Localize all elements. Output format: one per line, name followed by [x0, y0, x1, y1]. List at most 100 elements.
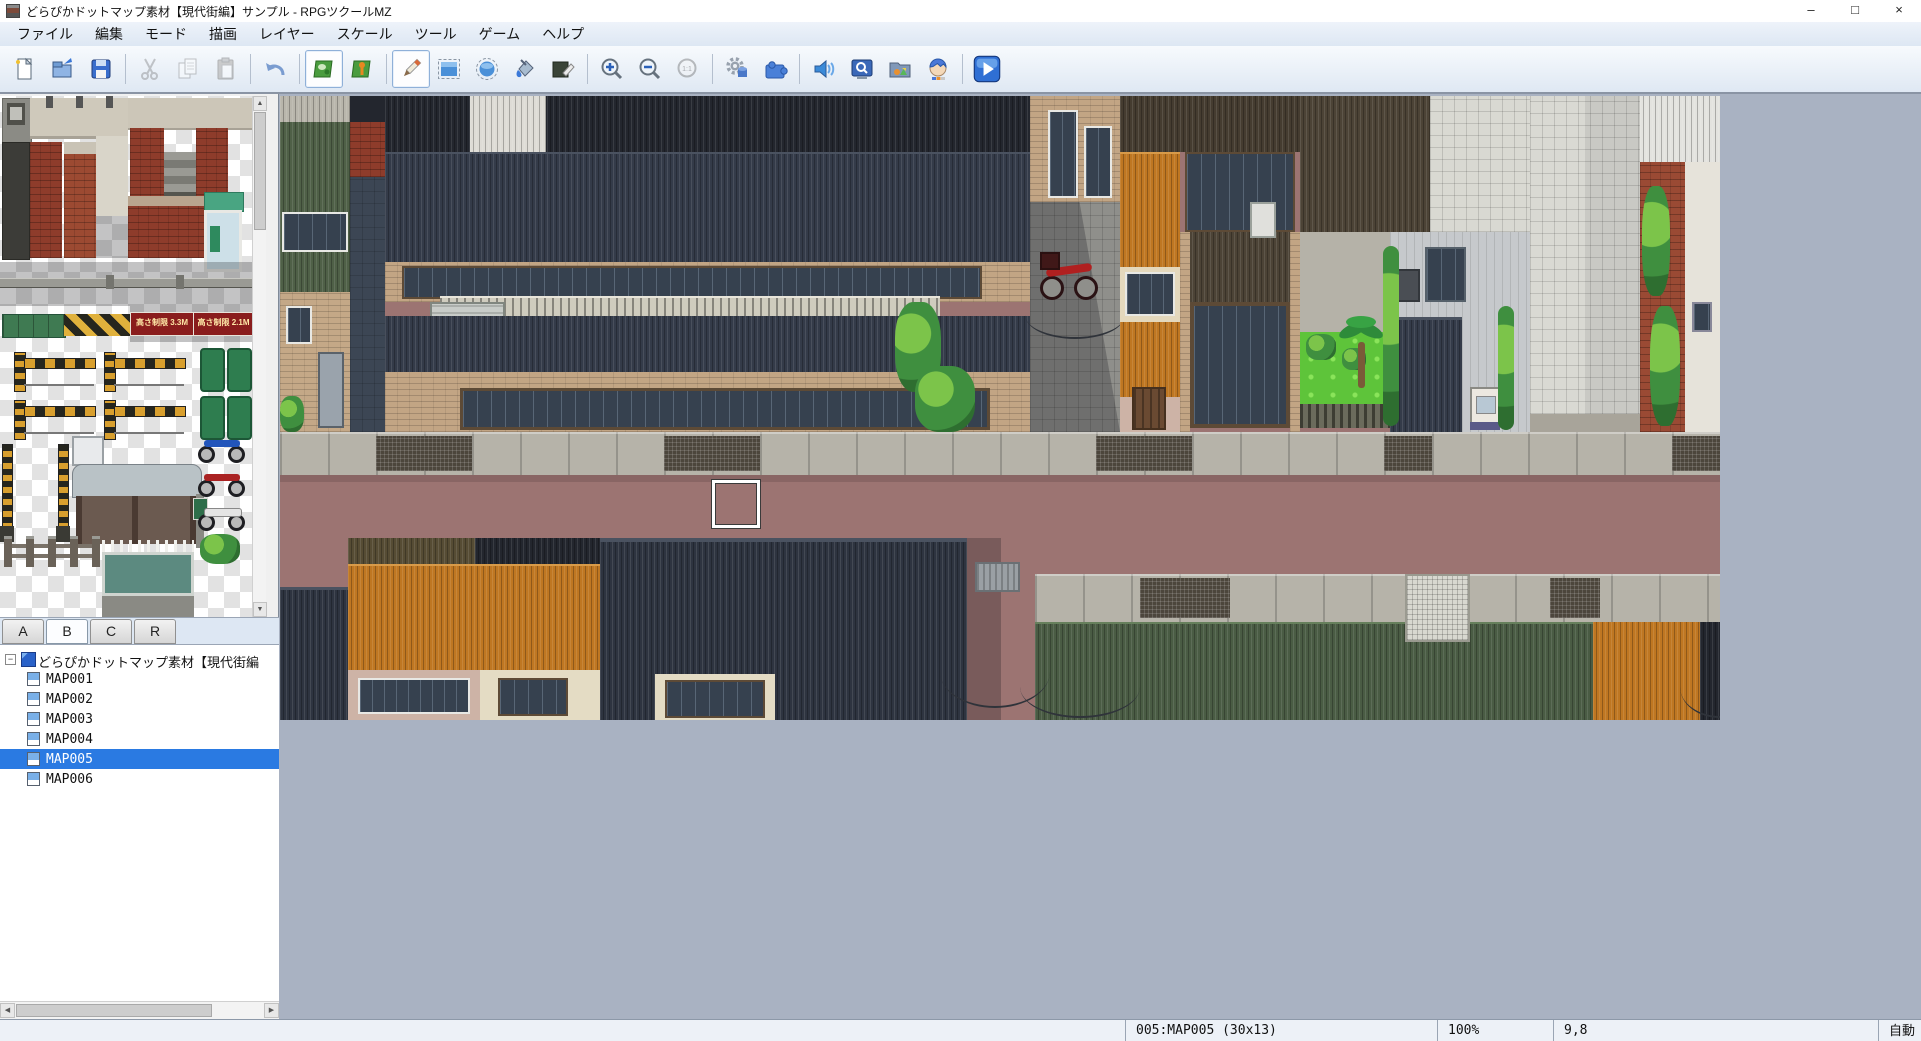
- save-button[interactable]: [82, 50, 120, 88]
- app-icon: [6, 4, 20, 18]
- plugin-manager-button[interactable]: [756, 50, 794, 88]
- menu-edit[interactable]: 編集: [84, 22, 134, 46]
- toolbar: 1:1: [0, 46, 1921, 92]
- zoom-out-button[interactable]: [631, 50, 669, 88]
- palette-tabs: A B C R: [0, 617, 279, 645]
- sound-test-button[interactable]: [805, 50, 843, 88]
- map-cursor[interactable]: [712, 480, 760, 528]
- resource-folder-icon: [887, 56, 913, 82]
- event-mode-button[interactable]: [343, 50, 381, 88]
- map-file-icon: [27, 732, 40, 746]
- title-bar: どらぴかドットマップ素材【現代街編】サンプル - RPGツクールMZ – □ ×: [0, 0, 1921, 23]
- scroll-left-button[interactable]: ◀: [0, 1003, 15, 1018]
- pencil-icon: [398, 56, 424, 82]
- palette-scrollbar-thumb[interactable]: [254, 112, 266, 230]
- playtest-button[interactable]: [968, 50, 1006, 88]
- pencil-tool-button[interactable]: [392, 50, 430, 88]
- rectangle-tool-button[interactable]: [430, 50, 468, 88]
- tab-a[interactable]: A: [2, 619, 44, 644]
- app-window: どらぴかドットマップ素材【現代街編】サンプル - RPGツクールMZ – □ ×…: [0, 0, 1921, 1041]
- map-mode-button[interactable]: [305, 50, 343, 88]
- tree-item-map002[interactable]: MAP002: [0, 689, 279, 709]
- tree-item-map006[interactable]: MAP006: [0, 769, 279, 789]
- menu-game[interactable]: ゲーム: [468, 22, 532, 46]
- rectangle-select-icon: [436, 56, 462, 82]
- paste-icon: [213, 56, 239, 82]
- zoom-in-icon: [599, 56, 625, 82]
- collapse-icon[interactable]: −: [5, 654, 16, 665]
- character-generator-icon: [925, 56, 951, 82]
- close-button[interactable]: ×: [1877, 0, 1921, 22]
- palm-tree-sprite: [1338, 314, 1384, 390]
- zoom-out-icon: [637, 56, 663, 82]
- map-file-icon: [27, 772, 40, 786]
- tab-c[interactable]: C: [90, 619, 132, 644]
- height-limit-sign-2: 高さ制限 2.1M: [193, 312, 252, 336]
- maximize-button[interactable]: □: [1833, 0, 1877, 22]
- open-file-button[interactable]: [44, 50, 82, 88]
- speaker-icon: [811, 56, 837, 82]
- tab-r[interactable]: R: [134, 619, 176, 644]
- tree-scrollbar-thumb[interactable]: [16, 1004, 212, 1017]
- actual-scale-button[interactable]: 1:1: [669, 50, 707, 88]
- tree-item-map004[interactable]: MAP004: [0, 729, 279, 749]
- copy-button[interactable]: [169, 50, 207, 88]
- menu-scale[interactable]: スケール: [326, 22, 404, 46]
- character-generator-button[interactable]: [919, 50, 957, 88]
- flood-fill-tool-button[interactable]: [506, 50, 544, 88]
- left-panel: 高さ制限 3.3M 高さ制限 2.1M: [0, 94, 279, 1019]
- tab-b[interactable]: B: [46, 619, 88, 644]
- scroll-up-button[interactable]: ▲: [253, 96, 267, 111]
- menu-help[interactable]: ヘルプ: [531, 22, 595, 46]
- cut-button[interactable]: [131, 50, 169, 88]
- database-icon: [724, 56, 750, 82]
- plugin-icon: [762, 56, 788, 82]
- map-editor-canvas[interactable]: [279, 94, 1921, 1019]
- height-limit-sign-1: 高さ制限 3.3M: [130, 312, 194, 336]
- copy-icon: [175, 56, 201, 82]
- map-file-icon: [27, 712, 40, 726]
- status-map-info: 005:MAP005 (30x13): [1125, 1020, 1437, 1041]
- map-file-icon: [27, 672, 40, 686]
- palette-scrollbar[interactable]: ▲ ▼: [252, 96, 266, 617]
- menu-mode[interactable]: モード: [134, 22, 198, 46]
- event-mode-icon: [349, 56, 375, 82]
- zoom-in-button[interactable]: [593, 50, 631, 88]
- event-search-icon: [849, 56, 875, 82]
- menu-bar: ファイル 編集 モード 描画 レイヤー スケール ツール ゲーム ヘルプ: [0, 22, 1921, 46]
- undo-icon: [262, 56, 288, 82]
- tree-item-map003[interactable]: MAP003: [0, 709, 279, 729]
- status-tile-coords: 9,8: [1553, 1020, 1878, 1041]
- ellipse-tool-button[interactable]: [468, 50, 506, 88]
- shadow-pen-tool-button[interactable]: [544, 50, 582, 88]
- blue-bike-sprite: [204, 440, 240, 447]
- map-file-icon: [27, 752, 40, 766]
- tree-root-row[interactable]: − どらぴかドットマップ素材【現代街編: [0, 649, 279, 669]
- red-bike-sprite: [204, 474, 240, 481]
- status-mode: 自動: [1878, 1020, 1921, 1041]
- project-icon: [21, 652, 36, 667]
- status-bar: 005:MAP005 (30x13) 100% 9,8 自動: [0, 1019, 1921, 1041]
- database-button[interactable]: [718, 50, 756, 88]
- tree-scrollbar[interactable]: ◀ ▶: [0, 1001, 279, 1019]
- status-zoom-level: 100%: [1437, 1020, 1553, 1041]
- menu-draw[interactable]: 描画: [198, 22, 248, 46]
- map-canvas[interactable]: [280, 96, 1720, 720]
- menu-layer[interactable]: レイヤー: [248, 22, 326, 46]
- scroll-right-button[interactable]: ▶: [264, 1003, 279, 1018]
- paste-button[interactable]: [207, 50, 245, 88]
- tileset-palette[interactable]: 高さ制限 3.3M 高さ制限 2.1M: [0, 96, 252, 617]
- event-searcher-button[interactable]: [843, 50, 881, 88]
- menu-file[interactable]: ファイル: [6, 22, 84, 46]
- new-file-button[interactable]: [6, 50, 44, 88]
- resource-manager-button[interactable]: [881, 50, 919, 88]
- scroll-down-button[interactable]: ▼: [253, 602, 267, 617]
- tree-item-map001[interactable]: MAP001: [0, 669, 279, 689]
- cut-icon: [137, 56, 163, 82]
- window-title: どらぴかドットマップ素材【現代街編】サンプル - RPGツクールMZ: [26, 3, 392, 20]
- tree-item-map005[interactable]: MAP005: [0, 749, 279, 769]
- minimize-button[interactable]: –: [1789, 0, 1833, 22]
- menu-tools[interactable]: ツール: [404, 22, 468, 46]
- undo-button[interactable]: [256, 50, 294, 88]
- flood-fill-icon: [512, 56, 538, 82]
